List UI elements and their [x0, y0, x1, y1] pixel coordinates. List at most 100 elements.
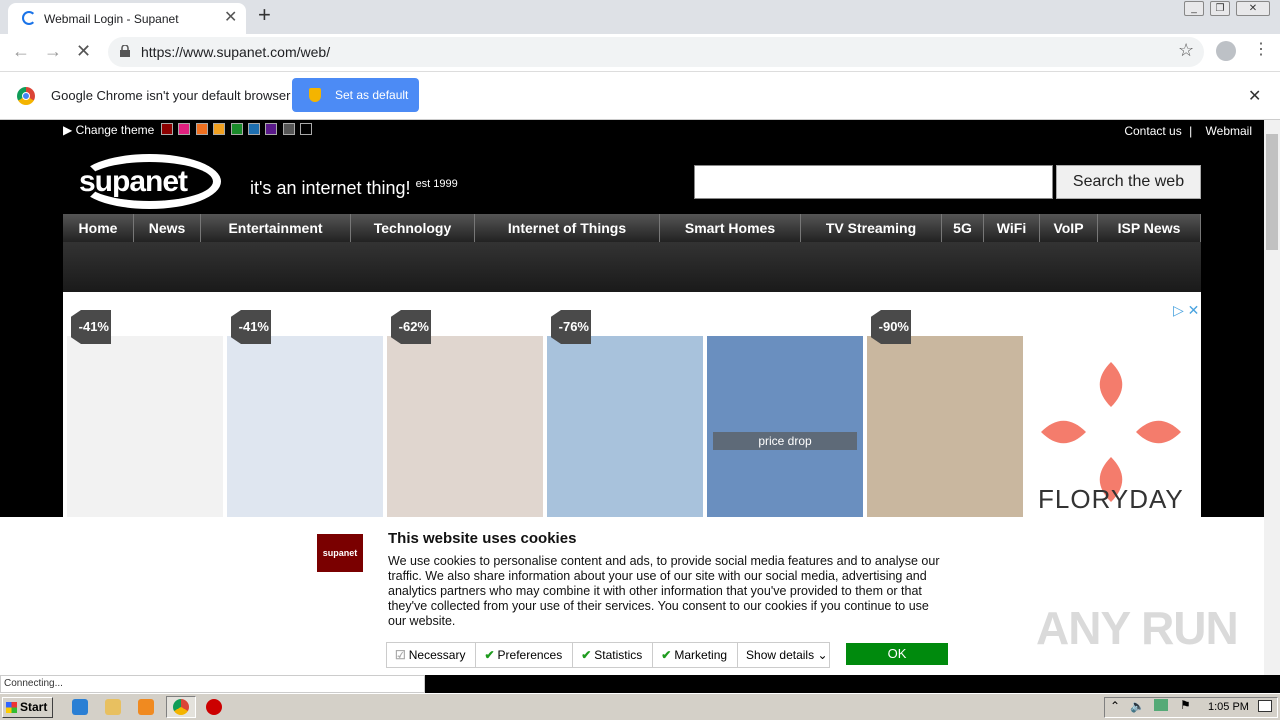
shield-icon: [309, 88, 321, 102]
set-default-button[interactable]: Set as default: [292, 78, 419, 112]
nav-item[interactable]: Home: [63, 214, 134, 242]
volume-icon[interactable]: 🔈: [1130, 699, 1145, 713]
show-details-label: Show details: [746, 648, 815, 662]
cookie-options: ☑ Necessary ✔ Preferences ✔ Statistics ✔ Mar…: [386, 642, 830, 668]
show-desktop-icon[interactable]: [1258, 700, 1272, 712]
ad-product-card[interactable]: -41%: [227, 306, 383, 522]
nav-item[interactable]: Entertainment: [201, 214, 351, 242]
check-icon: ✔: [581, 648, 592, 662]
scroll-thumb[interactable]: [1266, 134, 1278, 250]
webmail-link[interactable]: Webmail: [1206, 124, 1252, 138]
address-bar[interactable]: https://www.supanet.com/web/ ☆: [108, 37, 1204, 67]
tab-close-icon[interactable]: ✕: [224, 7, 237, 27]
theme-swatch[interactable]: [265, 123, 278, 135]
ad-product-card[interactable]: -62%: [387, 306, 543, 522]
nav-item[interactable]: VoIP: [1040, 214, 1098, 242]
check-icon: ☑: [395, 648, 406, 662]
theme-swatch[interactable]: [213, 123, 226, 135]
main-nav: Home News Entertainment Technology Internet …: [63, 214, 1201, 242]
ad-product-card[interactable]: price drop: [707, 306, 863, 522]
media-player-icon[interactable]: [138, 699, 154, 715]
marketing-checkbox[interactable]: ✔ Marketing: [653, 643, 739, 667]
top-links: Contact us | Webmail: [1124, 124, 1252, 138]
theme-swatch[interactable]: [230, 123, 243, 135]
product-image: [387, 336, 543, 522]
contact-us-link[interactable]: Contact us: [1124, 124, 1181, 138]
tagline: it's an internet thing! est 1999: [250, 178, 458, 199]
tray-arrow-icon[interactable]: ⌃: [1110, 699, 1120, 713]
forward-icon[interactable]: →: [44, 41, 62, 62]
web-page: ▶ Change theme Contact us | Webmail supa…: [0, 120, 1264, 675]
check-icon: ✔: [484, 648, 495, 662]
ad-product-card[interactable]: -41%: [67, 306, 223, 522]
tab-strip: Webmail Login - Supanet ✕ + _ ❐ ✕: [0, 0, 1280, 34]
new-tab-button[interactable]: +: [258, 2, 271, 28]
network-icon[interactable]: [1154, 699, 1168, 711]
tagline-text: it's an internet thing!: [250, 178, 411, 198]
necessary-checkbox[interactable]: ☑ Necessary: [387, 643, 477, 667]
default-browser-infobar: Google Chrome isn't your default browser…: [0, 72, 1280, 120]
search-input[interactable]: [694, 165, 1053, 199]
show-details-dropdown[interactable]: Show details ⌄: [738, 648, 827, 662]
bookmark-star-icon[interactable]: ☆: [1178, 40, 1194, 61]
stop-icon[interactable]: ✕: [76, 41, 91, 62]
statistics-checkbox[interactable]: ✔ Statistics: [573, 643, 654, 667]
product-image: [547, 336, 703, 522]
start-button[interactable]: Start: [2, 697, 53, 718]
product-image: [707, 336, 863, 522]
theme-swatch[interactable]: [195, 123, 208, 135]
anyrun-watermark: ANY RUN: [1036, 602, 1239, 654]
windows-taskbar: Start ⌃ 🔈 ⚑ 1:05 PM: [0, 693, 1280, 720]
option-label: Statistics: [594, 648, 643, 662]
menu-icon[interactable]: ⋮: [1253, 39, 1269, 59]
theme-swatch[interactable]: [300, 123, 313, 135]
restore-button[interactable]: ❐: [1210, 1, 1230, 16]
profile-avatar[interactable]: [1216, 41, 1236, 61]
theme-swatch[interactable]: [178, 123, 191, 135]
flag-icon[interactable]: ⚑: [1180, 698, 1191, 712]
nav-item[interactable]: Technology: [351, 214, 475, 242]
search-the-web-button[interactable]: Search the web: [1056, 165, 1201, 199]
product-image: [227, 336, 383, 522]
tagline-est: est 1999: [415, 178, 458, 190]
ad-product-card[interactable]: -90%: [867, 306, 1023, 522]
price-drop-label: price drop: [713, 432, 857, 450]
advertisement[interactable]: -41% -41% -62% -76% price drop -90% ▷ ✕ FLORY…: [63, 292, 1201, 522]
supanet-logo[interactable]: supanet: [79, 165, 188, 199]
cookie-body: We use cookies to personalise content an…: [388, 554, 940, 628]
theme-swatch[interactable]: [161, 123, 173, 135]
option-label: Necessary: [408, 648, 466, 662]
folder-icon[interactable]: [105, 699, 121, 715]
minimize-button[interactable]: _: [1184, 1, 1204, 16]
change-theme-toggle[interactable]: ▶ Change theme: [63, 123, 154, 137]
close-infobar-icon[interactable]: ✕: [1248, 86, 1261, 106]
nav-item[interactable]: Smart Homes: [660, 214, 801, 242]
ad-choices-icon[interactable]: ▷ ✕: [1173, 302, 1199, 319]
cookie-ok-button[interactable]: OK: [846, 643, 948, 665]
back-icon[interactable]: ←: [12, 41, 30, 62]
discount-tag: -41%: [231, 310, 271, 344]
nav-item[interactable]: TV Streaming: [801, 214, 942, 242]
tab-webmail[interactable]: Webmail Login - Supanet ✕: [8, 3, 246, 34]
change-theme-label: Change theme: [75, 123, 155, 137]
product-image: [67, 336, 223, 522]
preferences-checkbox[interactable]: ✔ Preferences: [476, 643, 574, 667]
nav-item[interactable]: WiFi: [984, 214, 1040, 242]
cookie-banner: supanet This website uses cookies We use…: [0, 517, 1264, 675]
loading-spinner-icon: [22, 11, 36, 25]
nav-item[interactable]: 5G: [942, 214, 984, 242]
nav-item[interactable]: News: [134, 214, 201, 242]
opera-icon[interactable]: [206, 699, 222, 715]
theme-swatch[interactable]: [248, 123, 260, 135]
status-bubble: Connecting...: [0, 675, 425, 693]
theme-swatch[interactable]: [282, 123, 295, 135]
ie-icon[interactable]: [72, 699, 88, 715]
discount-tag: -90%: [871, 310, 911, 344]
page-scrollbar[interactable]: [1264, 120, 1280, 675]
nav-item[interactable]: Internet of Things: [475, 214, 660, 242]
close-window-button[interactable]: ✕: [1236, 1, 1270, 16]
nav-item[interactable]: ISP News: [1098, 214, 1201, 242]
windows-flag-icon: [6, 702, 17, 713]
ad-product-card[interactable]: -76%: [547, 306, 703, 522]
chrome-logo-icon: [17, 87, 35, 105]
